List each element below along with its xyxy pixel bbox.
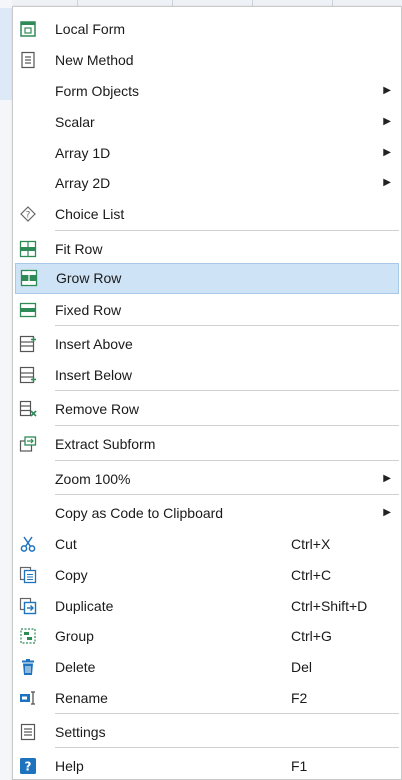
menu-item-choice-list[interactable]: ? Choice List [13,199,401,228]
submenu-arrow-icon: ▶ [383,473,391,484]
menu-item-label: Remove Row [55,401,140,417]
scissors-icon [19,535,37,553]
submenu-arrow-icon: ▶ [383,507,391,518]
menu-item-label: Group [55,628,94,644]
menu-item-label: Copy [55,567,88,583]
menu-item-zoom[interactable]: Zoom 100% ▶ [13,464,401,493]
menu-item-label: Scalar [55,114,95,130]
menu-item-group[interactable]: Group Ctrl+G [13,621,401,650]
shortcut-label: F1 [291,758,308,774]
menu-item-label: Fixed Row [55,302,122,318]
shortcut-label: F2 [291,690,308,706]
menu-separator [55,425,399,426]
menu-item-rename[interactable]: Rename F2 [13,683,401,712]
fit-row-icon [19,240,37,258]
menu-item-label: Copy as Code to Clipboard [55,505,224,521]
menu-item-insert-above[interactable]: Insert Above [13,329,401,358]
menu-item-copy-as-code[interactable]: Copy as Code to Clipboard ▶ [13,498,401,527]
menu-separator [55,390,399,391]
fixed-row-icon [19,301,37,319]
menu-item-local-form[interactable]: Local Form [13,14,401,43]
context-menu: Local Form New Method Form Objects ▶ Sca… [12,6,402,780]
remove-row-icon [19,400,37,418]
shortcut-label: Ctrl+X [291,536,331,552]
trash-icon [19,658,37,676]
menu-item-label: Insert Below [55,367,133,383]
menu-item-delete[interactable]: Delete Del [13,652,401,681]
shortcut-label: Del [291,659,313,675]
menu-item-copy[interactable]: Copy Ctrl+C [13,560,401,589]
rename-icon [19,689,37,707]
menu-item-label: Zoom 100% [55,471,131,487]
extract-subform-icon [19,435,37,453]
menu-item-scalar[interactable]: Scalar ▶ [13,107,401,136]
submenu-arrow-icon: ▶ [383,177,391,188]
submenu-arrow-icon: ▶ [383,85,391,96]
menu-separator [55,230,399,231]
menu-item-label: New Method [55,52,134,68]
insert-above-icon [19,335,37,353]
menu-item-extract-subform[interactable]: Extract Subform [13,429,401,458]
menu-separator [55,713,399,714]
menu-item-label: Local Form [55,21,126,37]
method-icon [19,51,37,69]
shortcut-label: Ctrl+C [291,567,332,583]
menu-item-label: Grow Row [56,270,122,286]
group-icon [19,627,37,645]
choice-list-icon: ? [19,205,37,223]
menu-item-label: Settings [55,724,106,740]
menu-item-remove-row[interactable]: Remove Row [13,394,401,423]
menu-item-label: Delete [55,659,96,675]
submenu-arrow-icon: ▶ [383,147,391,158]
menu-item-fit-row[interactable]: Fit Row [13,234,401,263]
grow-row-icon [20,269,38,287]
shortcut-label: Ctrl+Shift+D [291,598,368,614]
menu-item-help[interactable]: ? Help F1 [13,751,401,780]
copy-icon [19,566,37,584]
form-icon [19,20,37,38]
menu-item-label: Insert Above [55,336,133,352]
duplicate-icon [19,597,37,615]
menu-separator [55,747,399,748]
insert-below-icon [19,366,37,384]
menu-item-label: Rename [55,690,108,706]
settings-icon [19,723,37,741]
menu-item-label: Form Objects [55,83,140,99]
menu-item-label: Cut [55,536,77,552]
menu-item-fixed-row[interactable]: Fixed Row [13,295,401,324]
menu-item-grow-row[interactable]: Grow Row [15,263,399,294]
menu-item-insert-below[interactable]: Insert Below [13,360,401,389]
menu-separator [55,494,399,495]
svg-text:?: ? [26,211,31,221]
menu-item-array-2d[interactable]: Array 2D ▶ [13,168,401,197]
shortcut-label: Ctrl+G [291,628,332,644]
menu-item-label: Duplicate [55,598,114,614]
menu-item-label: Array 1D [55,145,111,161]
submenu-arrow-icon: ▶ [383,116,391,127]
menu-item-cut[interactable]: Cut Ctrl+X [13,529,401,558]
menu-item-new-method[interactable]: New Method [13,45,401,74]
menu-item-label: Fit Row [55,241,103,257]
help-icon: ? [19,757,37,775]
menu-separator [55,460,399,461]
menu-separator [55,325,399,326]
menu-item-label: Extract Subform [55,436,156,452]
menu-item-label: Choice List [55,206,125,222]
background-panel [0,0,13,780]
svg-text:?: ? [25,760,32,774]
menu-item-label: Help [55,758,84,774]
menu-item-array-1d[interactable]: Array 1D ▶ [13,138,401,167]
menu-item-settings[interactable]: Settings [13,717,401,746]
menu-item-label: Array 2D [55,175,111,191]
menu-item-form-objects[interactable]: Form Objects ▶ [13,76,401,105]
menu-item-duplicate[interactable]: Duplicate Ctrl+Shift+D [13,591,401,620]
